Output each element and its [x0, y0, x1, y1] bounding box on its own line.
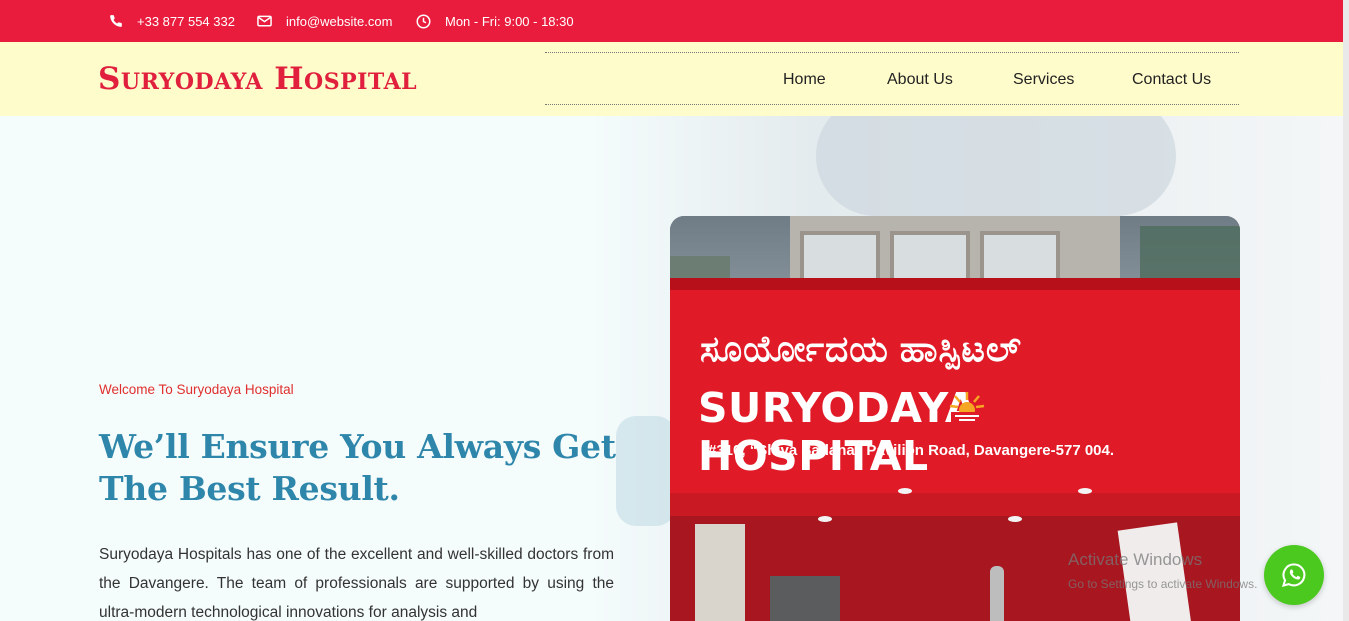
nav-home[interactable]: Home: [783, 53, 826, 106]
topbar-email-text: info@website.com: [286, 13, 393, 29]
nav-services[interactable]: Services: [1013, 53, 1074, 106]
hero-paragraph: Suryodaya Hospitals has one of the excel…: [99, 546, 614, 621]
topbar-hours: Mon - Fri: 9:00 - 18:30: [416, 0, 574, 42]
photo-sign-kannada: ಸೂರ್ಯೋದಯ ಹಾಸ್ಪಿಟಲ್: [700, 328, 1022, 369]
activate-windows-subtitle: Go to Settings to activate Windows.: [1068, 577, 1258, 591]
site-header: Suryodaya Hospital Home About Us Service…: [0, 42, 1343, 116]
envelope-icon: [257, 15, 272, 27]
top-bar: +33 877 554 332 info@website.com Mon - F…: [0, 0, 1343, 42]
topbar-hours-text: Mon - Fri: 9:00 - 18:30: [445, 13, 574, 29]
hero-welcome: Welcome To Suryodaya Hospital: [99, 382, 294, 397]
nav-about-us[interactable]: About Us: [887, 53, 953, 106]
clock-icon: [416, 14, 431, 28]
topbar-phone-text: +33 877 554 332: [137, 13, 235, 29]
phone-icon: [110, 15, 122, 27]
page-scrollbar[interactable]: [1343, 0, 1349, 621]
main-nav: Home About Us Services Contact Us: [545, 52, 1239, 105]
nav-contact-us[interactable]: Contact Us: [1132, 53, 1211, 106]
whatsapp-button[interactable]: [1264, 545, 1324, 605]
sun-logo-icon: [949, 392, 985, 422]
photo-sign-word-1: SURYODAYA: [698, 384, 978, 432]
topbar-phone[interactable]: +33 877 554 332: [109, 0, 235, 42]
activate-windows-title: Activate Windows: [1068, 550, 1203, 569]
photo-sign-address: #310, “Shiva Sadana” Pavilion Road, Dava…: [708, 442, 1115, 459]
hero-headline: We’ll Ensure You Always Get The Best Res…: [99, 427, 616, 508]
whatsapp-icon: [1281, 563, 1306, 587]
site-logo[interactable]: Suryodaya Hospital: [98, 56, 417, 102]
topbar-email[interactable]: info@website.com: [257, 0, 392, 42]
hero-section: Welcome To Suryodaya Hospital We’ll Ensu…: [0, 116, 1343, 621]
